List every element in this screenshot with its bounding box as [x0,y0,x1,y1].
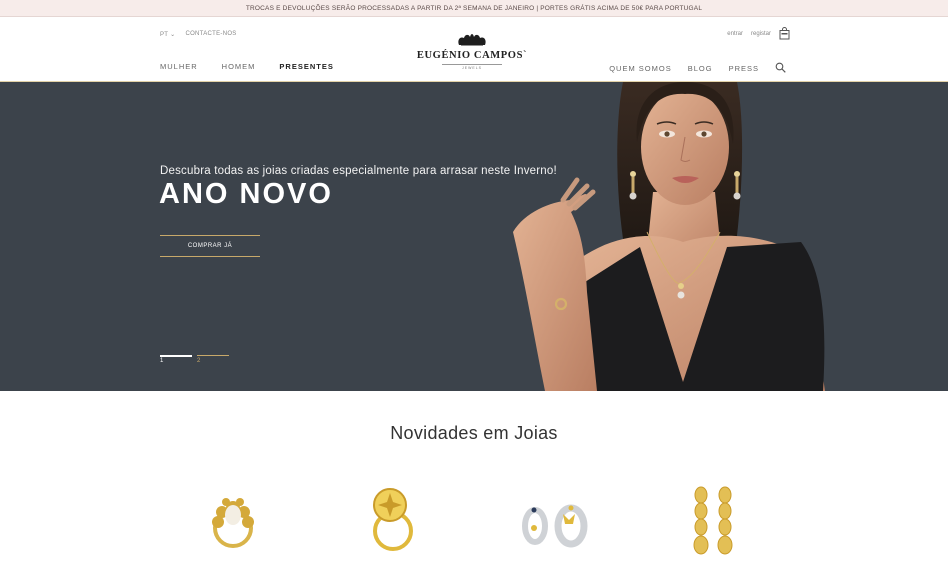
utility-links-left: PT ⌄ CONTACTE-NOS [160,31,237,38]
ring-with-pearl-icon [212,498,254,548]
announcement-text: TROCAS E DEVOLUÇÕES SERÃO PROCESSADAS A … [245,4,703,12]
hero-pager: 1 2 [160,355,229,364]
main-nav: MULHER HOMEM PRESENTES [160,62,335,91]
product-grid [178,478,768,568]
nav-press[interactable]: PRESS [729,64,759,73]
hero-subtitle: Descubra todas as joias criadas especial… [160,165,557,177]
nav-mulher[interactable]: MULHER [160,62,198,71]
contact-link[interactable]: CONTACTE-NOS [185,31,236,38]
search-icon[interactable] [775,62,786,75]
login-link[interactable]: entrar [727,31,743,37]
brand-name: EUGÉNIO CAMPOS` [416,50,528,61]
hero-title: ANO NOVO [159,178,333,210]
product-hoop-earrings[interactable] [498,478,608,568]
pager-item-1[interactable]: 1 [160,355,192,364]
brand-tagline: JEWELS [442,64,502,70]
crown-logo-icon [454,33,490,47]
register-link[interactable]: registar [751,31,771,37]
product-star-ring[interactable] [338,478,448,568]
hero-banner: Descubra todas as joias criadas especial… [0,82,948,391]
bag-icon[interactable] [779,27,790,40]
hero-model-image [513,82,825,391]
pager-item-2[interactable]: 2 [197,355,229,364]
language-selector[interactable]: PT ⌄ [160,31,175,38]
nav-presentes[interactable]: PRESENTES [279,62,335,91]
new-jewels-title: Novidades em Joias [390,423,558,443]
announcement-bar: TROCAS E DEVOLUÇÕES SERÃO PROCESSADAS A … [0,0,948,17]
brand-logo[interactable]: EUGÉNIO CAMPOS` JEWELS [410,33,534,70]
nav-homem[interactable]: HOMEM [222,62,256,71]
product-ring-pearl[interactable] [178,478,288,568]
site-header: PT ⌄ CONTACTE-NOS entrar registar MULHER… [0,17,948,91]
star-ring-icon [373,488,413,551]
utility-links-right: entrar registar [727,27,790,40]
textured-drop-earrings-icon [693,486,733,555]
shop-now-button[interactable]: COMPRAR JÁ [160,235,260,257]
nav-blog[interactable]: BLOG [688,64,713,73]
product-drop-earrings[interactable] [658,478,768,568]
hoop-earrings-icon [522,504,588,548]
secondary-nav: QUEM SOMOS BLOG PRESS [609,62,786,75]
nav-quem-somos[interactable]: QUEM SOMOS [609,64,672,73]
